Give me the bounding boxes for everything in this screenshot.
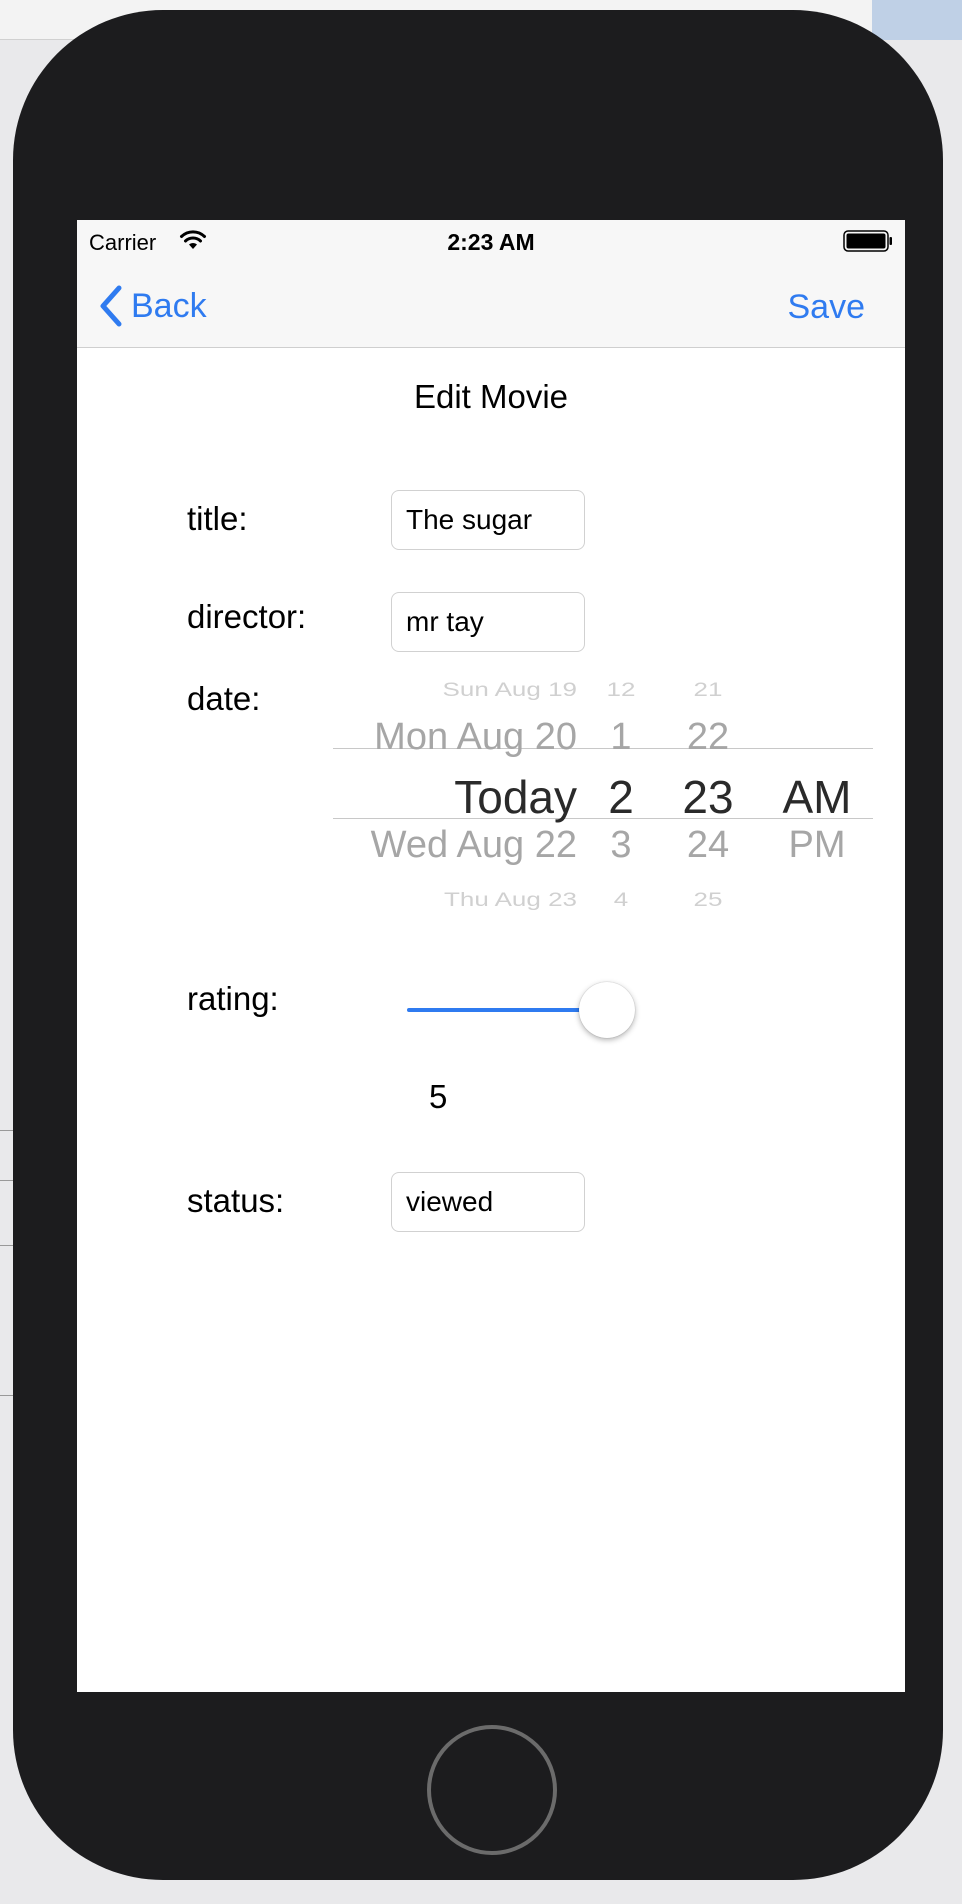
status-time: 2:23 AM	[447, 229, 535, 255]
picker-minute-option[interactable]: 22	[673, 716, 743, 759]
picker-hour-option[interactable]: 3	[595, 824, 647, 867]
back-button-label: Back	[131, 286, 207, 325]
rating-slider-track	[407, 1008, 607, 1012]
picker-day-option[interactable]: Mon Aug 20	[333, 716, 577, 759]
rating-slider[interactable]	[407, 980, 637, 1040]
status-label: status:	[187, 1182, 285, 1219]
page-title: Edit Movie	[413, 378, 569, 415]
picker-hour-option[interactable]: 1	[595, 716, 647, 759]
picker-minute-option[interactable]: 21	[673, 678, 743, 701]
iphone-simulator-frame: Carrier 2:23 AM Back Save Edit Movie tit…	[13, 10, 943, 1880]
save-button[interactable]: Save	[788, 288, 866, 327]
rating-slider-thumb[interactable]	[579, 982, 635, 1038]
picker-day-selected[interactable]: Today	[333, 770, 577, 824]
picker-minute-option[interactable]: 25	[673, 888, 743, 911]
director-label: director:	[187, 598, 307, 635]
director-field[interactable]	[391, 592, 585, 652]
picker-ampm-option[interactable]: PM	[765, 824, 869, 867]
picker-hour-option[interactable]: 12	[595, 678, 647, 701]
title-field[interactable]	[391, 490, 585, 550]
picker-day-option[interactable]: Sun Aug 19	[333, 678, 577, 701]
home-button[interactable]	[427, 1725, 557, 1855]
status-bar: Carrier 2:23 AM	[77, 220, 905, 264]
navigation-bar: Back Save	[77, 264, 905, 348]
battery-icon	[843, 230, 892, 252]
picker-day-option[interactable]: Wed Aug 22	[333, 824, 577, 867]
date-label: date:	[187, 680, 261, 717]
picker-minute-option[interactable]: 24	[673, 824, 743, 867]
background-toolbar-accent	[872, 0, 962, 40]
picker-day-option[interactable]: Thu Aug 23	[333, 888, 577, 911]
date-picker[interactable]: Sun Aug 19 Mon Aug 20 Today Wed Aug 22 T…	[333, 660, 873, 920]
rating-label: rating:	[187, 980, 279, 1017]
chevron-left-icon	[100, 285, 122, 327]
picker-ampm-selected[interactable]: AM	[765, 770, 869, 824]
picker-minute-selected[interactable]: 23	[673, 770, 743, 824]
title-label: title:	[187, 500, 248, 537]
rating-value: 5	[429, 1078, 448, 1115]
device-screen: Carrier 2:23 AM Back Save Edit Movie tit…	[77, 220, 905, 1692]
status-field[interactable]	[391, 1172, 585, 1232]
back-button[interactable]: Back	[99, 282, 207, 330]
picker-hour-option[interactable]: 4	[595, 888, 647, 911]
picker-hour-selected[interactable]: 2	[595, 770, 647, 824]
